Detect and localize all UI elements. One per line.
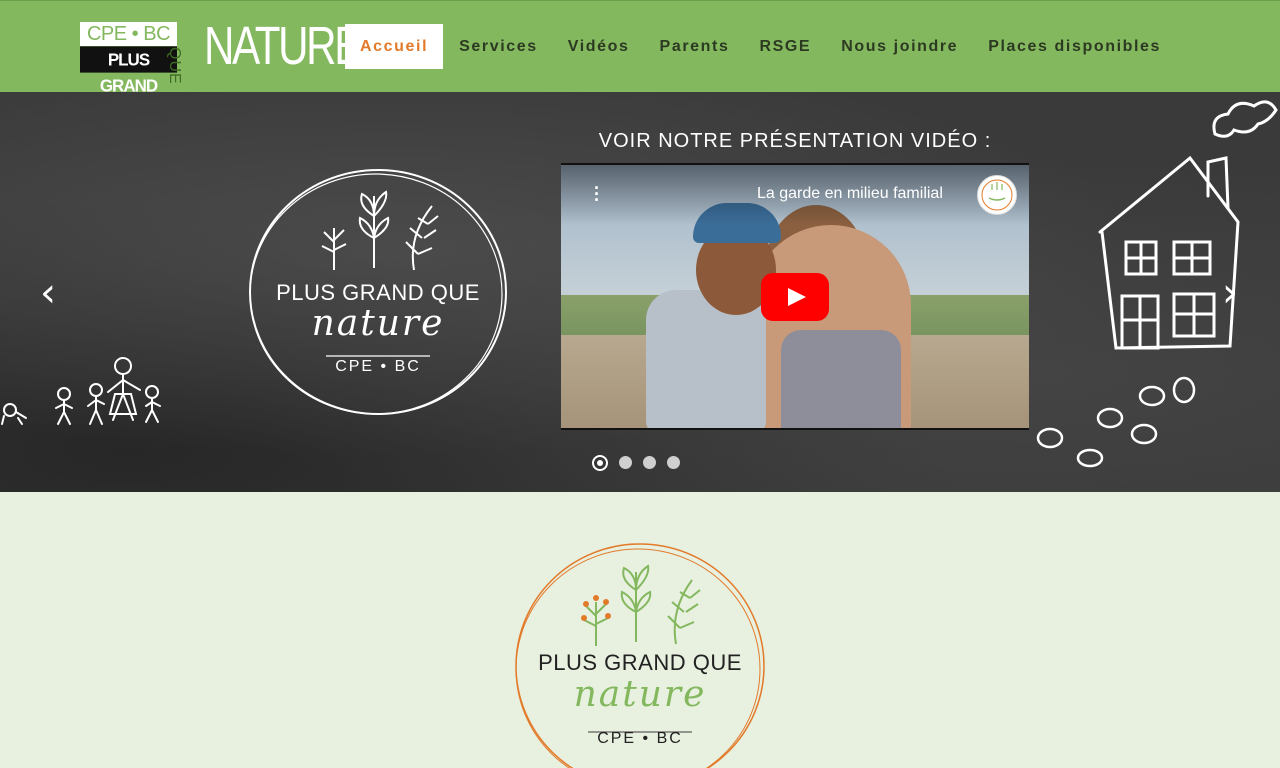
main-logo-line2: nature: [573, 674, 707, 715]
house-doodle-icon: [1098, 100, 1278, 350]
main-logo-line1: PLUS GRAND QUE: [538, 650, 742, 675]
main-logo-line3: CPE • BC: [597, 730, 683, 747]
nav-places-disponibles[interactable]: Places disponibles: [973, 24, 1176, 69]
video-thumb-mother-top: [781, 330, 901, 428]
channel-logo-icon: [981, 179, 1013, 211]
slider-dot-4[interactable]: [667, 456, 680, 469]
logo-cpe-bc: CPE • BC: [80, 22, 177, 46]
nav-parents[interactable]: Parents: [645, 24, 745, 69]
nav-accueil[interactable]: Accueil: [345, 24, 444, 69]
slider-dot-1[interactable]: [592, 455, 608, 471]
nav-services[interactable]: Services: [444, 24, 553, 69]
footprints-doodle-icon: [1036, 376, 1196, 468]
video-title[interactable]: La garde en milieu familial: [757, 185, 943, 203]
main-logo-text: PLUS GRAND QUE nature CPE • BC: [512, 650, 768, 748]
slider-dot-3[interactable]: [643, 456, 656, 469]
slider-pagination: [592, 455, 680, 471]
slider-dot-2[interactable]: [619, 456, 632, 469]
site-header: CPE • BC PLUS GRAND QUE NATURE Accueil S…: [0, 0, 1280, 96]
video-player[interactable]: · · · La garde en milieu familial: [561, 163, 1029, 430]
stick-family-icon: [1, 357, 161, 425]
main-nav: Accueil Services Vidéos Parents RSGE Nou…: [345, 24, 1176, 69]
slider-prev-button[interactable]: ‹: [40, 270, 56, 316]
nav-rsge[interactable]: RSGE: [744, 24, 826, 69]
nav-nous-joindre[interactable]: Nous joindre: [826, 24, 973, 69]
hero-slider: ‹ › PLUS GRAND QUE nature CPE • BC VOIR …: [0, 92, 1280, 492]
video-heading: VOIR NOTRE PRÉSENTATION VIDÉO :: [598, 130, 992, 152]
logo-que: QUE: [166, 47, 183, 85]
logo-nature: NATURE: [204, 16, 362, 76]
logo-plus-grand: PLUS GRAND: [80, 46, 177, 96]
slide-logo-line3: CPE • BC: [335, 358, 421, 375]
slide-logo-text: PLUS GRAND QUE nature CPE • BC: [246, 280, 510, 376]
more-vertical-icon[interactable]: · · ·: [593, 179, 601, 209]
nav-videos[interactable]: Vidéos: [553, 24, 645, 69]
youtube-play-icon[interactable]: [761, 273, 829, 321]
channel-avatar[interactable]: [977, 175, 1017, 215]
site-logo[interactable]: CPE • BC PLUS GRAND QUE NATURE: [80, 17, 362, 96]
chevron-left-icon: ‹: [40, 270, 56, 316]
slide-logo-line2: nature: [311, 303, 445, 344]
